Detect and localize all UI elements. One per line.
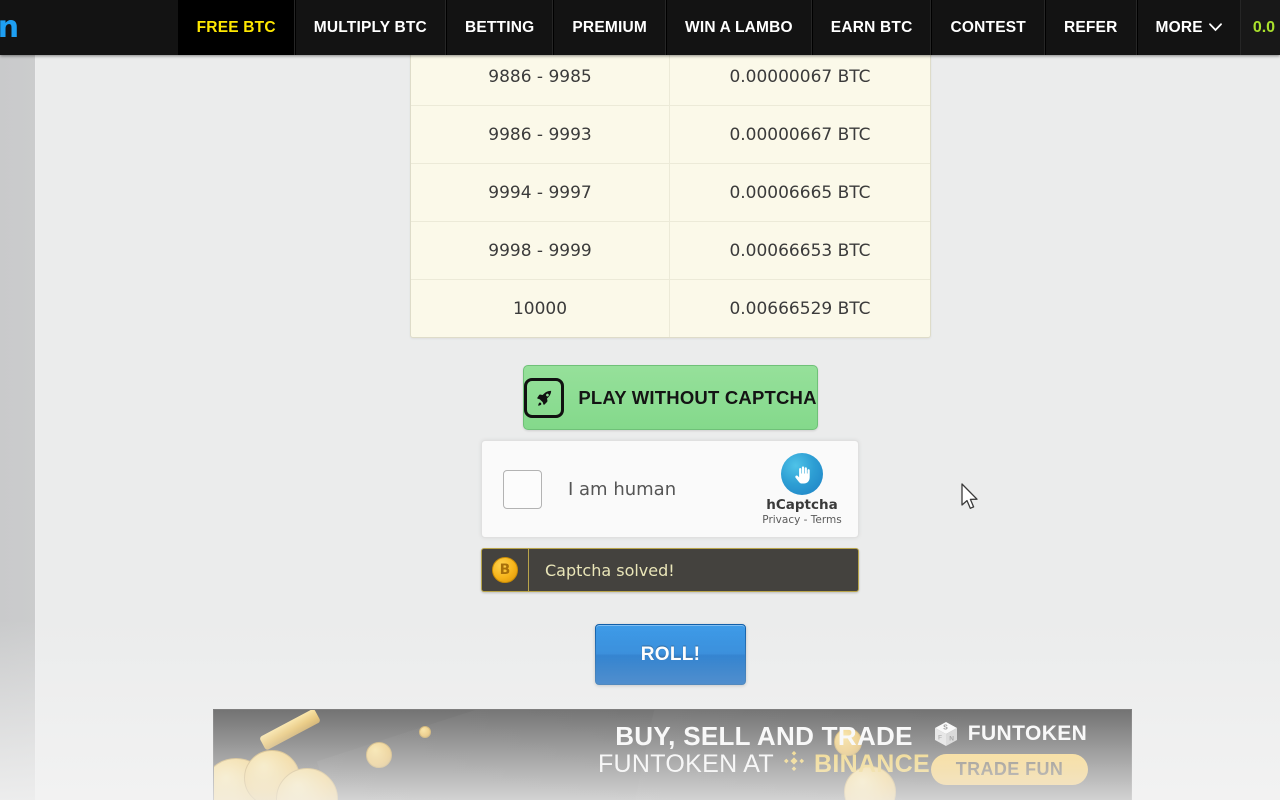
play-without-captcha-label: PLAY WITHOUT CAPTCHA: [578, 386, 817, 408]
banner-headline: BUY, SELL AND TRADE FUNTOKEN AT BINANCE: [574, 722, 954, 779]
banner-headline-line1: BUY, SELL AND TRADE: [615, 721, 913, 751]
roll-button[interactable]: ROLL!: [595, 624, 746, 685]
hcaptcha-logo-icon: [781, 452, 823, 495]
chevron-down-icon: [1208, 22, 1222, 35]
payout-reward-cell: 0.00666529 BTC: [729, 298, 871, 319]
toast-icon-wrapper: B: [482, 549, 529, 591]
table-row: 9886 - 9985 0.00000067 BTC: [411, 48, 930, 106]
toast-message: Captcha solved!: [545, 560, 675, 580]
payout-reward-cell: 0.00000667 BTC: [729, 124, 871, 145]
nav-item-label: PREMIUM: [572, 18, 647, 36]
site-logo[interactable]: in: [0, 0, 178, 55]
funtoken-cube-icon: S F N: [932, 720, 960, 748]
nav-item-refer[interactable]: REFER: [1044, 0, 1137, 55]
funtoken-brand: S F N FUNTOKEN: [932, 720, 1087, 748]
hcaptcha-label: I am human: [568, 478, 677, 500]
table-row: 9998 - 9999 0.00066653 BTC: [411, 222, 930, 280]
account-balance[interactable]: 0.0: [1240, 0, 1280, 55]
nav-item-more[interactable]: MORE: [1136, 0, 1241, 55]
play-without-captcha-button[interactable]: PLAY WITHOUT CAPTCHA: [523, 365, 818, 430]
payout-table: 9886 - 9985 0.00000067 BTC 9986 - 9993 0…: [410, 48, 931, 338]
nav-item-label: FREE BTC: [196, 18, 276, 36]
nav-item-label: WIN A LAMBO: [684, 18, 793, 36]
payout-reward-cell: 0.00066653 BTC: [729, 240, 871, 261]
nav-item-label: EARN BTC: [830, 18, 913, 36]
rocket-icon: [524, 377, 565, 418]
nav-item-label: MULTIPLY BTC: [313, 18, 427, 36]
banner-headline-line2: FUNTOKEN AT BINANCE: [574, 750, 954, 779]
hcaptcha-checkbox[interactable]: [503, 469, 542, 509]
top-navigation-bar: in FREE BTC MULTIPLY BTC BETTING PREMIUM…: [0, 0, 1280, 55]
nav-item-betting[interactable]: BETTING: [445, 0, 554, 55]
browser-viewport: 9886 - 9985 0.00000067 BTC 9986 - 9993 0…: [0, 0, 1280, 800]
trade-fun-button[interactable]: TRADE FUN: [931, 754, 1088, 785]
table-row: 9994 - 9997 0.00006665 BTC: [411, 164, 930, 222]
hcaptcha-branding: hCaptcha Privacy - Terms: [752, 452, 852, 526]
nav-item-earn-btc[interactable]: EARN BTC: [811, 0, 932, 55]
table-row: 9986 - 9993 0.00000667 BTC: [411, 106, 930, 164]
nav-item-contest[interactable]: CONTEST: [931, 0, 1045, 55]
nav-item-label: BETTING: [464, 18, 535, 36]
nav-items: FREE BTC MULTIPLY BTC BETTING PREMIUM WI…: [177, 0, 1241, 55]
captcha-solved-toast: B Captcha solved!: [481, 548, 859, 592]
banner-brand-block: S F N FUNTOKEN TRADE FUN: [902, 720, 1117, 785]
banner-coin-decor: [214, 710, 514, 800]
payout-range-cell: 9886 - 9985: [411, 48, 670, 105]
payout-reward-cell: 0.00006665 BTC: [729, 182, 871, 203]
payout-range-cell: 9998 - 9999: [411, 222, 670, 279]
site-logo-text: in: [0, 10, 19, 45]
svg-text:F: F: [938, 735, 942, 742]
banner-headline-line2-text: FUNTOKEN AT: [597, 749, 774, 778]
nav-item-label: REFER: [1063, 18, 1118, 36]
hcaptcha-widget[interactable]: I am human hCaptcha Privacy - Terms: [481, 440, 859, 538]
payout-range-cell: 9986 - 9993: [411, 106, 670, 163]
bitcoin-coin-icon: B: [492, 557, 518, 583]
payout-range-cell: 10000: [411, 280, 670, 337]
nav-item-multiply-btc[interactable]: MULTIPLY BTC: [294, 0, 446, 55]
nav-item-label: CONTEST: [950, 18, 1026, 36]
hcaptcha-terms-link[interactable]: Privacy - Terms: [762, 514, 841, 526]
hcaptcha-brand-name: hCaptcha: [766, 496, 838, 513]
funtoken-banner-ad[interactable]: BUY, SELL AND TRADE FUNTOKEN AT BINANCE …: [213, 709, 1132, 800]
table-row: 10000 0.00666529 BTC: [411, 280, 930, 337]
funtoken-brand-name: FUNTOKEN: [967, 722, 1088, 745]
binance-logo-icon: [783, 750, 805, 779]
payout-reward-cell: 0.00000067 BTC: [729, 66, 871, 87]
payout-range-cell: 9994 - 9997: [411, 164, 670, 221]
nav-item-free-btc[interactable]: FREE BTC: [177, 0, 295, 55]
nav-item-win-a-lambo[interactable]: WIN A LAMBO: [665, 0, 812, 55]
nav-item-label: MORE: [1155, 18, 1203, 36]
svg-text:S: S: [943, 724, 948, 731]
nav-item-premium[interactable]: PREMIUM: [553, 0, 666, 55]
svg-text:N: N: [949, 736, 954, 743]
